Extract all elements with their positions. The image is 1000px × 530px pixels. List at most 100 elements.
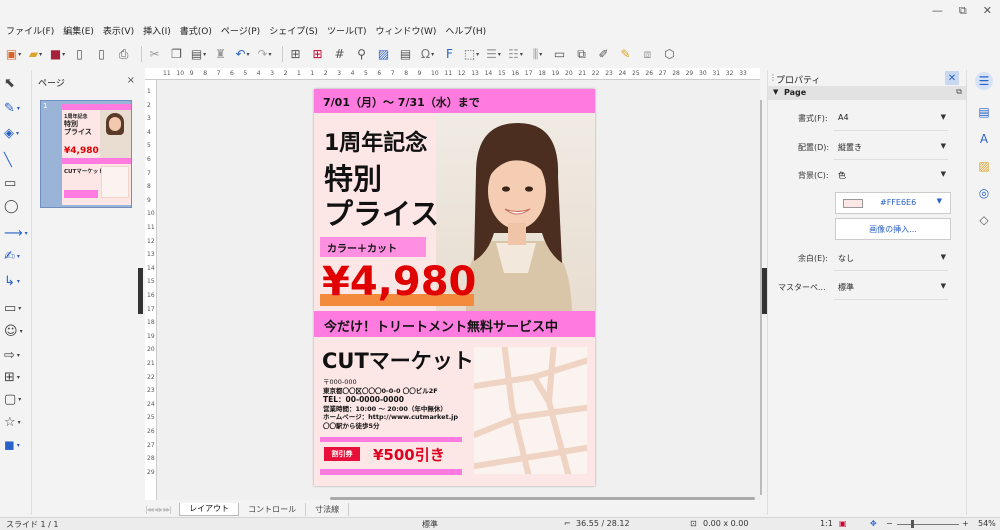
more-options-icon[interactable]: ⧉: [956, 87, 962, 97]
zoom-slider[interactable]: [897, 524, 959, 525]
page-pane-collapse-handle[interactable]: [138, 268, 143, 314]
orientation-dropdown[interactable]: 縦置き ▼: [838, 142, 948, 153]
tab-dimension-lines[interactable]: 寸法線: [306, 502, 350, 516]
horizontal-scrollbar[interactable]: [330, 497, 755, 500]
stars-icon[interactable]: ☆ ▾: [4, 413, 28, 431]
margin-dropdown[interactable]: なし ▼: [838, 253, 948, 264]
access-info[interactable]: 〇〇駅から徒歩5分: [323, 420, 380, 430]
save-icon[interactable]: ■ ▾: [49, 46, 66, 63]
slide-transition-icon[interactable]: ▤: [975, 103, 993, 121]
align-icon[interactable]: ☰ ▾: [485, 46, 502, 63]
basic-shapes-icon[interactable]: ▭ ▾: [4, 299, 28, 317]
redo-icon[interactable]: ↷ ▾: [256, 46, 273, 63]
date-range-text[interactable]: 7/01（月）～ 7/31（水）まで: [323, 94, 480, 110]
select-arrow-icon[interactable]: ⬉: [4, 74, 28, 92]
scale-readout[interactable]: 1:1: [820, 519, 833, 528]
shadow-icon[interactable]: ▭: [551, 46, 568, 63]
callouts-icon[interactable]: ▢ ▾: [4, 390, 28, 408]
new-document-icon[interactable]: ▣ ▾: [5, 46, 22, 63]
menu-page[interactable]: ページ(P): [221, 24, 260, 37]
snap-icon[interactable]: #: [331, 46, 348, 63]
open-folder-icon[interactable]: ▰ ▾: [27, 46, 44, 63]
tab-navigation[interactable]: |◂◂ ◂ ▸ ▸▸|: [145, 505, 172, 514]
helplines-icon[interactable]: ⊞: [309, 46, 326, 63]
shop-name[interactable]: CUTマーケット: [322, 345, 474, 375]
menu-insert[interactable]: 挿入(I): [143, 24, 171, 37]
3d-objects-icon[interactable]: ◼ ▾: [4, 436, 28, 454]
master-page-dropdown[interactable]: 標準 ▼: [838, 282, 948, 293]
menu-format[interactable]: 書式(O): [180, 24, 212, 37]
clone-format-icon[interactable]: ♜: [212, 46, 229, 63]
connector-tool-icon[interactable]: ↳ ▾: [4, 272, 28, 290]
gallery-icon[interactable]: ▨: [975, 157, 993, 175]
special-character-icon[interactable]: Ω ▾: [419, 46, 436, 63]
background-dropdown[interactable]: 色 ▼: [838, 170, 948, 181]
line-color-icon[interactable]: ✎ ▾: [4, 99, 28, 117]
toggle-extrusion-icon[interactable]: ⧈: [639, 46, 656, 63]
symbol-shapes-icon[interactable]: ☺ ▾: [4, 322, 28, 340]
menu-window[interactable]: ウィンドウ(W): [375, 24, 436, 37]
menu-view[interactable]: 表示(V): [103, 24, 134, 37]
restore-button[interactable]: ⧉: [959, 4, 967, 18]
curve-tool-icon[interactable]: ✍ ▾: [4, 247, 28, 265]
block-arrows-icon[interactable]: ⇨ ▾: [4, 346, 28, 364]
service-label[interactable]: カラー＋カット: [327, 240, 397, 255]
image-icon[interactable]: ▨: [375, 46, 392, 63]
flowchart-icon[interactable]: ⊞ ▾: [4, 368, 28, 386]
menu-tools[interactable]: ツール(T): [327, 24, 367, 37]
print-icon[interactable]: ⎙: [115, 46, 132, 63]
coupon-text[interactable]: ¥500引き: [373, 444, 445, 465]
distribute-icon[interactable]: ⫼ ▾: [529, 46, 546, 63]
close-button[interactable]: ✕: [983, 4, 992, 18]
navigator-icon[interactable]: ◎: [975, 184, 993, 202]
grid-icon[interactable]: ⊞: [287, 46, 304, 63]
zoom-in-icon[interactable]: +: [962, 519, 969, 528]
transformations-icon[interactable]: ⬚ ▾: [463, 46, 480, 63]
show-draw-functions-icon[interactable]: ⬡: [661, 46, 678, 63]
treatment-text[interactable]: 今だけ！トリートメント無料サービス中: [324, 316, 558, 335]
anniversary-title[interactable]: 1周年記念: [324, 125, 427, 157]
menu-file[interactable]: ファイル(F): [6, 24, 54, 37]
area-map[interactable]: [474, 347, 587, 474]
menu-edit[interactable]: 編集(E): [63, 24, 94, 37]
page-section-header[interactable]: ▼ Page ⧉: [768, 86, 966, 100]
crop-icon[interactable]: ⧉: [573, 46, 590, 63]
insert-image-button[interactable]: 画像の挿入...: [835, 218, 951, 240]
zoom-slider-handle[interactable]: [911, 520, 914, 528]
menu-help[interactable]: ヘルプ(H): [445, 24, 486, 37]
format-dropdown[interactable]: A4 ▼: [838, 113, 948, 122]
ellipse-tool-icon[interactable]: ◯: [4, 197, 28, 215]
tab-layout[interactable]: レイアウト: [179, 502, 240, 516]
arrow-line-icon[interactable]: ⟶ ▾: [4, 224, 28, 242]
slide-thumbnail[interactable]: 1 1周年記念 特別 プライス ¥4,980 CUTマーケット: [40, 100, 132, 208]
fontwork-icon[interactable]: F: [441, 46, 458, 63]
zoom-out-icon[interactable]: −: [886, 519, 893, 528]
zoom-icon[interactable]: ⚲: [353, 46, 370, 63]
arrange-icon[interactable]: ☷ ▾: [507, 46, 524, 63]
price-text[interactable]: ¥4,980: [322, 259, 476, 305]
page-pane-close-icon[interactable]: ×: [127, 75, 135, 86]
copy-icon[interactable]: ❐: [168, 46, 185, 63]
line-tool-icon[interactable]: ╲: [4, 151, 28, 169]
minimize-button[interactable]: —: [932, 4, 943, 18]
flyer-page[interactable]: 7/01（月）～ 7/31（水）まで 1周年記念 特別 プライス カラー＋カット…: [314, 89, 595, 486]
paste-icon[interactable]: ▤ ▾: [190, 46, 207, 63]
textbox-icon[interactable]: ▤: [397, 46, 414, 63]
zoom-level[interactable]: 54%: [978, 519, 996, 528]
export-pdf-icon[interactable]: ▯: [93, 46, 110, 63]
coupon-tag[interactable]: 割引券: [324, 447, 360, 461]
shapes-icon[interactable]: ◇: [975, 211, 993, 229]
menu-shape[interactable]: シェイプ(S): [269, 24, 318, 37]
sidebar-close-icon[interactable]: ✕: [945, 71, 959, 85]
points-icon[interactable]: ✐: [595, 46, 612, 63]
cut-icon[interactable]: ✂: [146, 46, 163, 63]
rectangle-tool-icon[interactable]: ▭: [4, 174, 28, 192]
collapse-arrow-icon[interactable]: ▼: [773, 88, 778, 96]
price-title[interactable]: プライス: [324, 191, 439, 233]
export-icon[interactable]: ▯: [71, 46, 88, 63]
tab-controls[interactable]: コントロール: [239, 502, 307, 516]
glue-points-icon[interactable]: ✎: [617, 46, 634, 63]
properties-icon[interactable]: ☰: [975, 72, 993, 90]
fill-color-icon[interactable]: ◈ ▾: [4, 124, 28, 142]
undo-icon[interactable]: ↶ ▾: [234, 46, 251, 63]
